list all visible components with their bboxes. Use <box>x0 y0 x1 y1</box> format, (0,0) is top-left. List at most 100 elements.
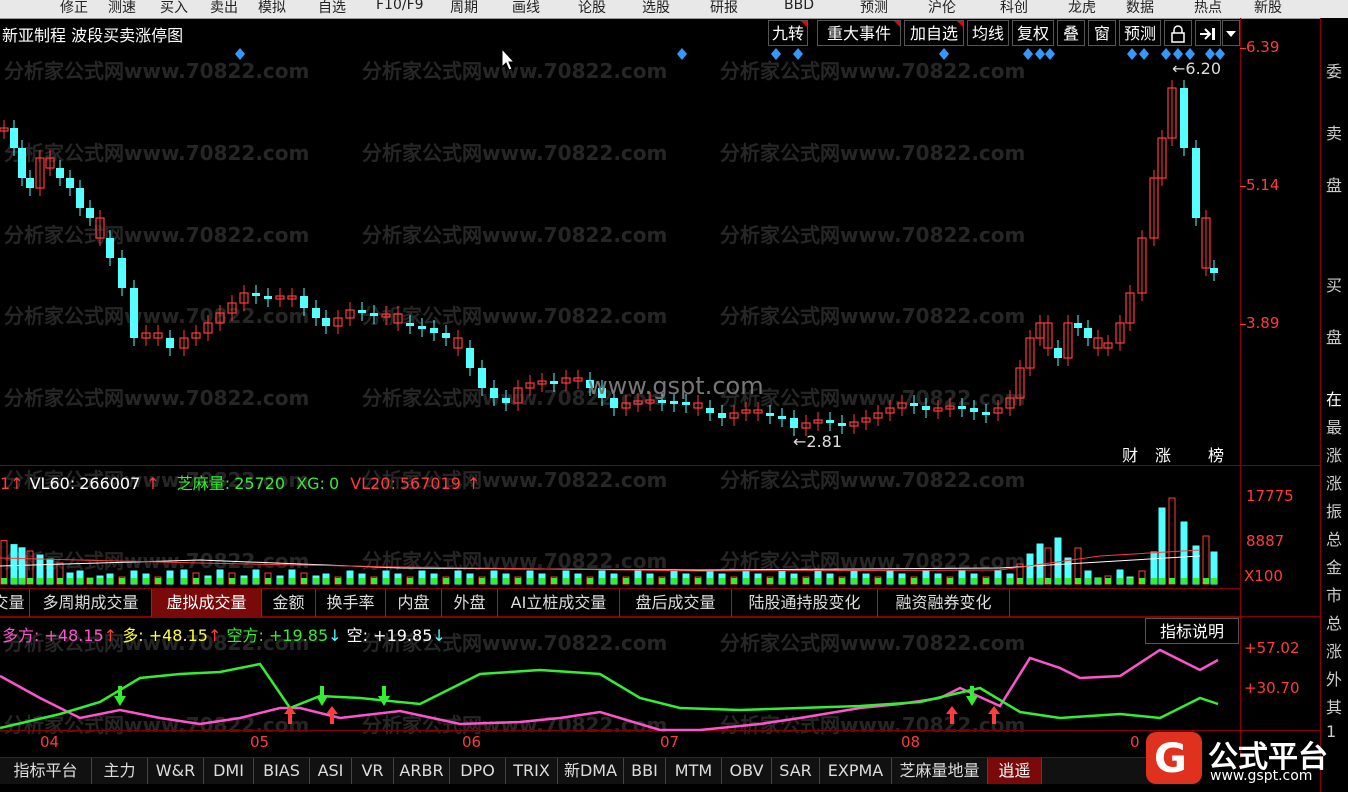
side-panel-label[interactable]: 涨 <box>1326 638 1342 662</box>
side-panel-label[interactable]: 涨 <box>1326 470 1342 494</box>
top-menu-item[interactable]: 科创 <box>1000 0 1028 17</box>
event-marker-finance[interactable]: 财 <box>1122 442 1138 466</box>
volume-base-bar <box>875 578 881 584</box>
volume-base-bar <box>97 578 103 584</box>
volume-tab[interactable]: 陆股通持股变化 <box>732 589 878 617</box>
vl60-label: VL60: <box>29 474 76 493</box>
volume-tab[interactable]: 融资融券变化 <box>878 589 1010 617</box>
volume-base-bar <box>205 578 211 584</box>
top-menu-item[interactable]: 龙虎 <box>1068 0 1096 17</box>
candle-body <box>910 403 918 406</box>
candle-body <box>766 413 774 416</box>
volume-base-bar <box>635 578 641 584</box>
indicator-tab[interactable]: 指标平台 <box>0 758 92 784</box>
top-menu-item[interactable]: F10/F9 <box>376 0 424 13</box>
top-menu-bar: 修正 测速 买入 卖出 模拟 自选 F10/F9 周期 画线 论股 选股 研报 BBD 预测 沪伦 科创 龙虎 数… <box>0 0 1348 19</box>
indicator-tab[interactable]: DPO <box>450 758 506 784</box>
side-panel-label[interactable]: 卖 <box>1326 120 1342 144</box>
candle-body <box>300 296 308 308</box>
candle-body <box>264 296 272 299</box>
volume-tab[interactable]: 内盘 <box>386 589 442 617</box>
indicator-tab[interactable]: 芝麻量地量 <box>892 758 988 784</box>
side-panel-label[interactable]: 盘 <box>1326 324 1342 348</box>
side-panel-label[interactable]: 总 <box>1326 526 1342 550</box>
side-panel-label[interactable]: 盘 <box>1326 172 1342 196</box>
top-menu-item[interactable]: 论股 <box>578 0 606 17</box>
top-menu-item[interactable]: 沪伦 <box>928 0 956 17</box>
volume-tab[interactable]: 交量 <box>0 589 30 617</box>
indicator-description-button[interactable]: 指标说明 <box>1145 618 1239 644</box>
indicator-tab[interactable]: 新DMA <box>558 758 624 784</box>
volume-base-bar <box>1075 578 1081 584</box>
indicator-tab[interactable]: 逍遥 <box>988 758 1042 784</box>
side-panel-label[interactable]: 振 <box>1326 498 1342 522</box>
top-menu-item[interactable]: 测速 <box>108 0 136 17</box>
top-menu-item[interactable]: 画线 <box>512 0 540 17</box>
indicator-tab[interactable]: DMI <box>204 758 254 784</box>
event-marker-ranking[interactable]: 榜 <box>1208 442 1224 466</box>
volume-base-bar <box>407 578 413 584</box>
volume-tab[interactable]: 换手率 <box>316 589 386 617</box>
volume-base-bar <box>383 578 389 584</box>
volume-base-bar <box>107 578 113 584</box>
top-menu-item[interactable]: 买入 <box>160 0 188 17</box>
volume-base-bar <box>1045 578 1051 584</box>
indicator-tab[interactable]: OBV <box>722 758 772 784</box>
candle-body <box>430 328 438 333</box>
indicator-tab[interactable]: TRIX <box>506 758 558 784</box>
indicator-tab[interactable]: W&R <box>148 758 204 784</box>
candle-body <box>478 368 486 388</box>
top-menu-item[interactable]: 自选 <box>318 0 346 17</box>
indicator-tab[interactable]: 主力 <box>92 758 148 784</box>
top-menu-item[interactable]: 热点 <box>1194 0 1222 17</box>
side-panel-label[interactable]: 外 <box>1326 666 1342 690</box>
side-panel-label[interactable]: 金 <box>1326 554 1342 578</box>
top-menu-item[interactable]: 预测 <box>860 0 888 17</box>
top-menu-item[interactable]: 模拟 <box>258 0 286 17</box>
indicator-tab[interactable]: EXPMA <box>820 758 892 784</box>
volume-tab[interactable]: 金额 <box>262 589 316 617</box>
indicator-tab[interactable]: MTM <box>666 758 722 784</box>
volume-base-bar <box>851 578 857 584</box>
side-panel-label[interactable]: 委 <box>1326 58 1342 82</box>
side-panel-label[interactable]: 买 <box>1326 272 1342 296</box>
volume-base-bar <box>443 578 449 584</box>
indicator-tab[interactable]: ARBR <box>394 758 450 784</box>
side-panel-label[interactable]: 在 <box>1326 386 1342 410</box>
side-panel-label[interactable]: 市 <box>1326 582 1342 606</box>
indicator-tab[interactable]: BIAS <box>254 758 310 784</box>
volume-base-bar <box>659 578 665 584</box>
volume-base-bar <box>563 578 569 584</box>
volume-base-bar <box>1159 578 1165 584</box>
indicator-tab[interactable]: VR <box>352 758 394 784</box>
volume-tab[interactable]: 多周期成交量 <box>30 589 152 617</box>
side-panel-label[interactable]: 其 <box>1326 694 1342 718</box>
indicator-tab[interactable]: ASI <box>310 758 352 784</box>
volume-tab[interactable]: 盘后成交量 <box>620 589 732 617</box>
top-menu-item[interactable]: 周期 <box>450 0 478 17</box>
top-menu-item[interactable]: 数据 <box>1126 0 1154 17</box>
top-menu-item[interactable]: 卖出 <box>210 0 238 17</box>
tick <box>1240 324 1246 325</box>
candle-body <box>18 148 26 178</box>
top-menu-item[interactable]: BBD <box>784 0 814 13</box>
top-menu-item[interactable]: 研报 <box>710 0 738 17</box>
top-menu-item[interactable]: 修正 <box>60 0 88 17</box>
side-panel-label[interactable]: 涨 <box>1326 442 1342 466</box>
vl60-value: 266007 ↑ <box>79 474 160 493</box>
axis-divider <box>1240 18 1241 758</box>
indicator-tabs: 指标平台 主力 W&R DMI BIAS ASI VR ARBR DPO TRIX 新DMA BBI M… <box>0 757 1200 784</box>
volume-tab[interactable]: 外盘 <box>442 589 498 617</box>
side-panel-label[interactable]: 总 <box>1326 610 1342 634</box>
indicator-tab[interactable]: SAR <box>772 758 820 784</box>
volume-base-bar <box>995 578 1001 584</box>
indicator-tab[interactable]: BBI <box>624 758 666 784</box>
event-marker-limit-up[interactable]: 涨 <box>1155 442 1171 466</box>
volume-base-bar <box>347 578 353 584</box>
volume-tab[interactable]: AI立桩成交量 <box>498 589 620 617</box>
side-panel-label[interactable]: 最 <box>1326 414 1342 438</box>
top-menu-item[interactable]: 选股 <box>642 0 670 17</box>
volume-tab[interactable]: 虚拟成交量 <box>152 589 262 617</box>
candle-body <box>26 178 34 188</box>
top-menu-item[interactable]: 新股 <box>1254 0 1282 17</box>
